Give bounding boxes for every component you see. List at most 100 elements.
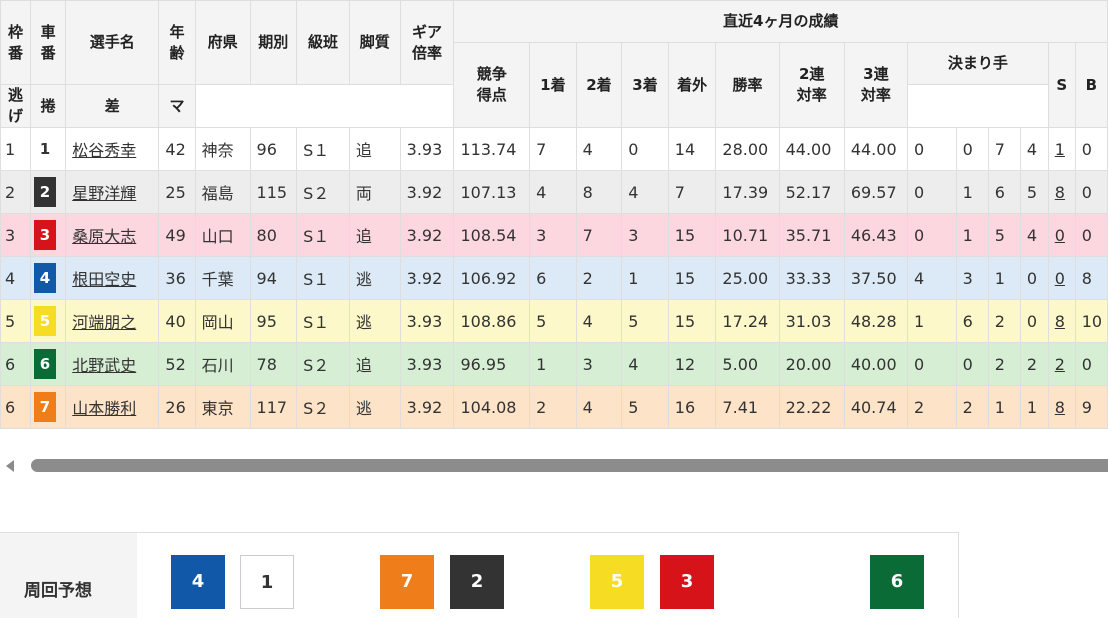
cell-rank: S２ — [296, 385, 350, 429]
rider-name-link[interactable]: 桑原大志 — [72, 227, 136, 246]
cell-rate2: 52.17 — [778, 170, 845, 214]
cell-winrate: 25.00 — [715, 256, 780, 300]
cell-second: 4 — [575, 299, 623, 343]
cell-s: 8 — [1047, 299, 1076, 343]
cell-age: 42 — [158, 127, 196, 171]
rider-name-link[interactable]: 河端朋之 — [72, 313, 136, 332]
cell-name: 北野武史 — [65, 342, 160, 386]
cell-sashi: 7 — [987, 127, 1021, 171]
cell-s: 8 — [1047, 170, 1076, 214]
cell-waku: 6 — [0, 385, 32, 429]
cell-gear: 3.93 — [399, 342, 455, 386]
cell-rate2: 22.22 — [778, 385, 845, 429]
scrollbar-thumb[interactable] — [31, 459, 1108, 472]
cell-term: 78 — [249, 342, 298, 386]
cell-first: 7 — [529, 127, 577, 171]
cell-nige: 0 — [906, 342, 957, 386]
race-entry-panel: 枠番 車番 選手名 年齢 府県 期別 級班 脚質 ギア 倍率 直近4ヶ月の成績 競… — [0, 0, 1108, 618]
s-count-link[interactable]: 8 — [1055, 398, 1065, 417]
scroll-left-icon[interactable] — [6, 460, 14, 472]
cell-gear: 3.92 — [399, 213, 455, 257]
cell-s: 8 — [1047, 385, 1076, 429]
s-count-link[interactable]: 1 — [1055, 140, 1065, 159]
car-number-cell: 4 — [30, 256, 67, 300]
s-count-link[interactable]: 8 — [1055, 312, 1065, 331]
cell-b: 10 — [1074, 299, 1108, 343]
cell-term: 95 — [249, 299, 298, 343]
cell-style: 追 — [348, 213, 401, 257]
car-number-badge: 3 — [34, 220, 57, 250]
car-number-badge: 4 — [34, 263, 57, 293]
cell-name: 桑原大志 — [65, 213, 160, 257]
cell-winrate: 5.00 — [715, 342, 780, 386]
cell-second: 3 — [575, 342, 623, 386]
cell-term: 115 — [249, 170, 298, 214]
cell-winrate: 28.00 — [715, 127, 780, 171]
table-row: 6 7 山本勝利 26 東京 117 S２ 逃 3.92 104.08 2 4 5 16 7.41 22.22… — [0, 385, 1108, 429]
car-number-badge: 1 — [34, 134, 57, 164]
cell-pref: 千葉 — [194, 256, 251, 300]
cell-first: 1 — [529, 342, 577, 386]
rider-name-link[interactable]: 山本勝利 — [72, 399, 136, 418]
cell-gear: 3.93 — [399, 299, 455, 343]
cell-rank: S２ — [296, 170, 350, 214]
car-number-badge: 7 — [34, 392, 57, 422]
cell-gear: 3.92 — [399, 256, 455, 300]
cell-out: 7 — [667, 170, 717, 214]
cell-mark: 0 — [1019, 256, 1049, 300]
cell-s: 2 — [1047, 342, 1076, 386]
table-row: 2 2 星野洋輝 25 福島 115 S２ 両 3.92 107.13 4 8 4 7 17.39 52.17… — [0, 170, 1108, 214]
header-rank: 級班 — [296, 0, 350, 85]
lap-prediction-label: 周回予想 — [0, 533, 137, 618]
cell-s: 0 — [1047, 213, 1076, 257]
s-count-link[interactable]: 0 — [1055, 269, 1065, 288]
cell-name: 星野洋輝 — [65, 170, 160, 214]
cell-s: 1 — [1047, 127, 1076, 171]
prediction-box: 5 — [590, 555, 644, 609]
cell-age: 52 — [158, 342, 196, 386]
cell-b: 0 — [1074, 342, 1108, 386]
cell-gear: 3.92 — [399, 385, 455, 429]
table-row: 5 5 河端朋之 40 岡山 95 S１ 逃 3.93 108.86 5 4 5 15 17.24 31.03… — [0, 299, 1108, 343]
cell-age: 25 — [158, 170, 196, 214]
rider-name-link[interactable]: 星野洋輝 — [72, 184, 136, 203]
s-count-link[interactable]: 0 — [1055, 226, 1065, 245]
prediction-box: 6 — [870, 555, 924, 609]
header-second: 2着 — [575, 42, 623, 128]
header-first: 1着 — [529, 42, 577, 128]
cell-mark: 2 — [1019, 342, 1049, 386]
cell-nige: 1 — [906, 299, 957, 343]
cell-sashi: 2 — [987, 299, 1021, 343]
cell-style: 逃 — [348, 299, 401, 343]
rider-name-link[interactable]: 松谷秀幸 — [72, 141, 136, 160]
cell-second: 8 — [575, 170, 623, 214]
car-number-cell: 2 — [30, 170, 67, 214]
cell-nige: 0 — [906, 127, 957, 171]
cell-winrate: 10.71 — [715, 213, 780, 257]
rider-name-link[interactable]: 根田空史 — [72, 270, 136, 289]
rider-name-link[interactable]: 北野武史 — [72, 356, 136, 375]
header-kimarite: 決まり手 — [906, 42, 1049, 85]
header-rate2: 2連 対率 — [778, 42, 845, 128]
cell-makuri: 6 — [955, 299, 989, 343]
cell-term: 80 — [249, 213, 298, 257]
s-count-link[interactable]: 2 — [1055, 355, 1065, 374]
cell-b: 8 — [1074, 256, 1108, 300]
horizontal-scrollbar[interactable] — [0, 456, 1108, 476]
cell-name: 根田空史 — [65, 256, 160, 300]
cell-rate3: 44.00 — [843, 127, 908, 171]
header-score: 競争 得点 — [453, 42, 531, 128]
cell-nige: 0 — [906, 170, 957, 214]
cell-winrate: 17.24 — [715, 299, 780, 343]
table-row: 4 4 根田空史 36 千葉 94 S１ 逃 3.92 106.92 6 2 1 15 25.00 33.33… — [0, 256, 1108, 300]
cell-pref: 福島 — [194, 170, 251, 214]
cell-nige: 2 — [906, 385, 957, 429]
header-rate3: 3連 対率 — [843, 42, 908, 128]
cell-first: 2 — [529, 385, 577, 429]
car-number-cell: 3 — [30, 213, 67, 257]
s-count-link[interactable]: 8 — [1055, 183, 1065, 202]
prediction-box: 4 — [171, 555, 225, 609]
header-term: 期別 — [249, 0, 298, 85]
cell-rank: S１ — [296, 256, 350, 300]
header-b: B — [1074, 42, 1108, 128]
